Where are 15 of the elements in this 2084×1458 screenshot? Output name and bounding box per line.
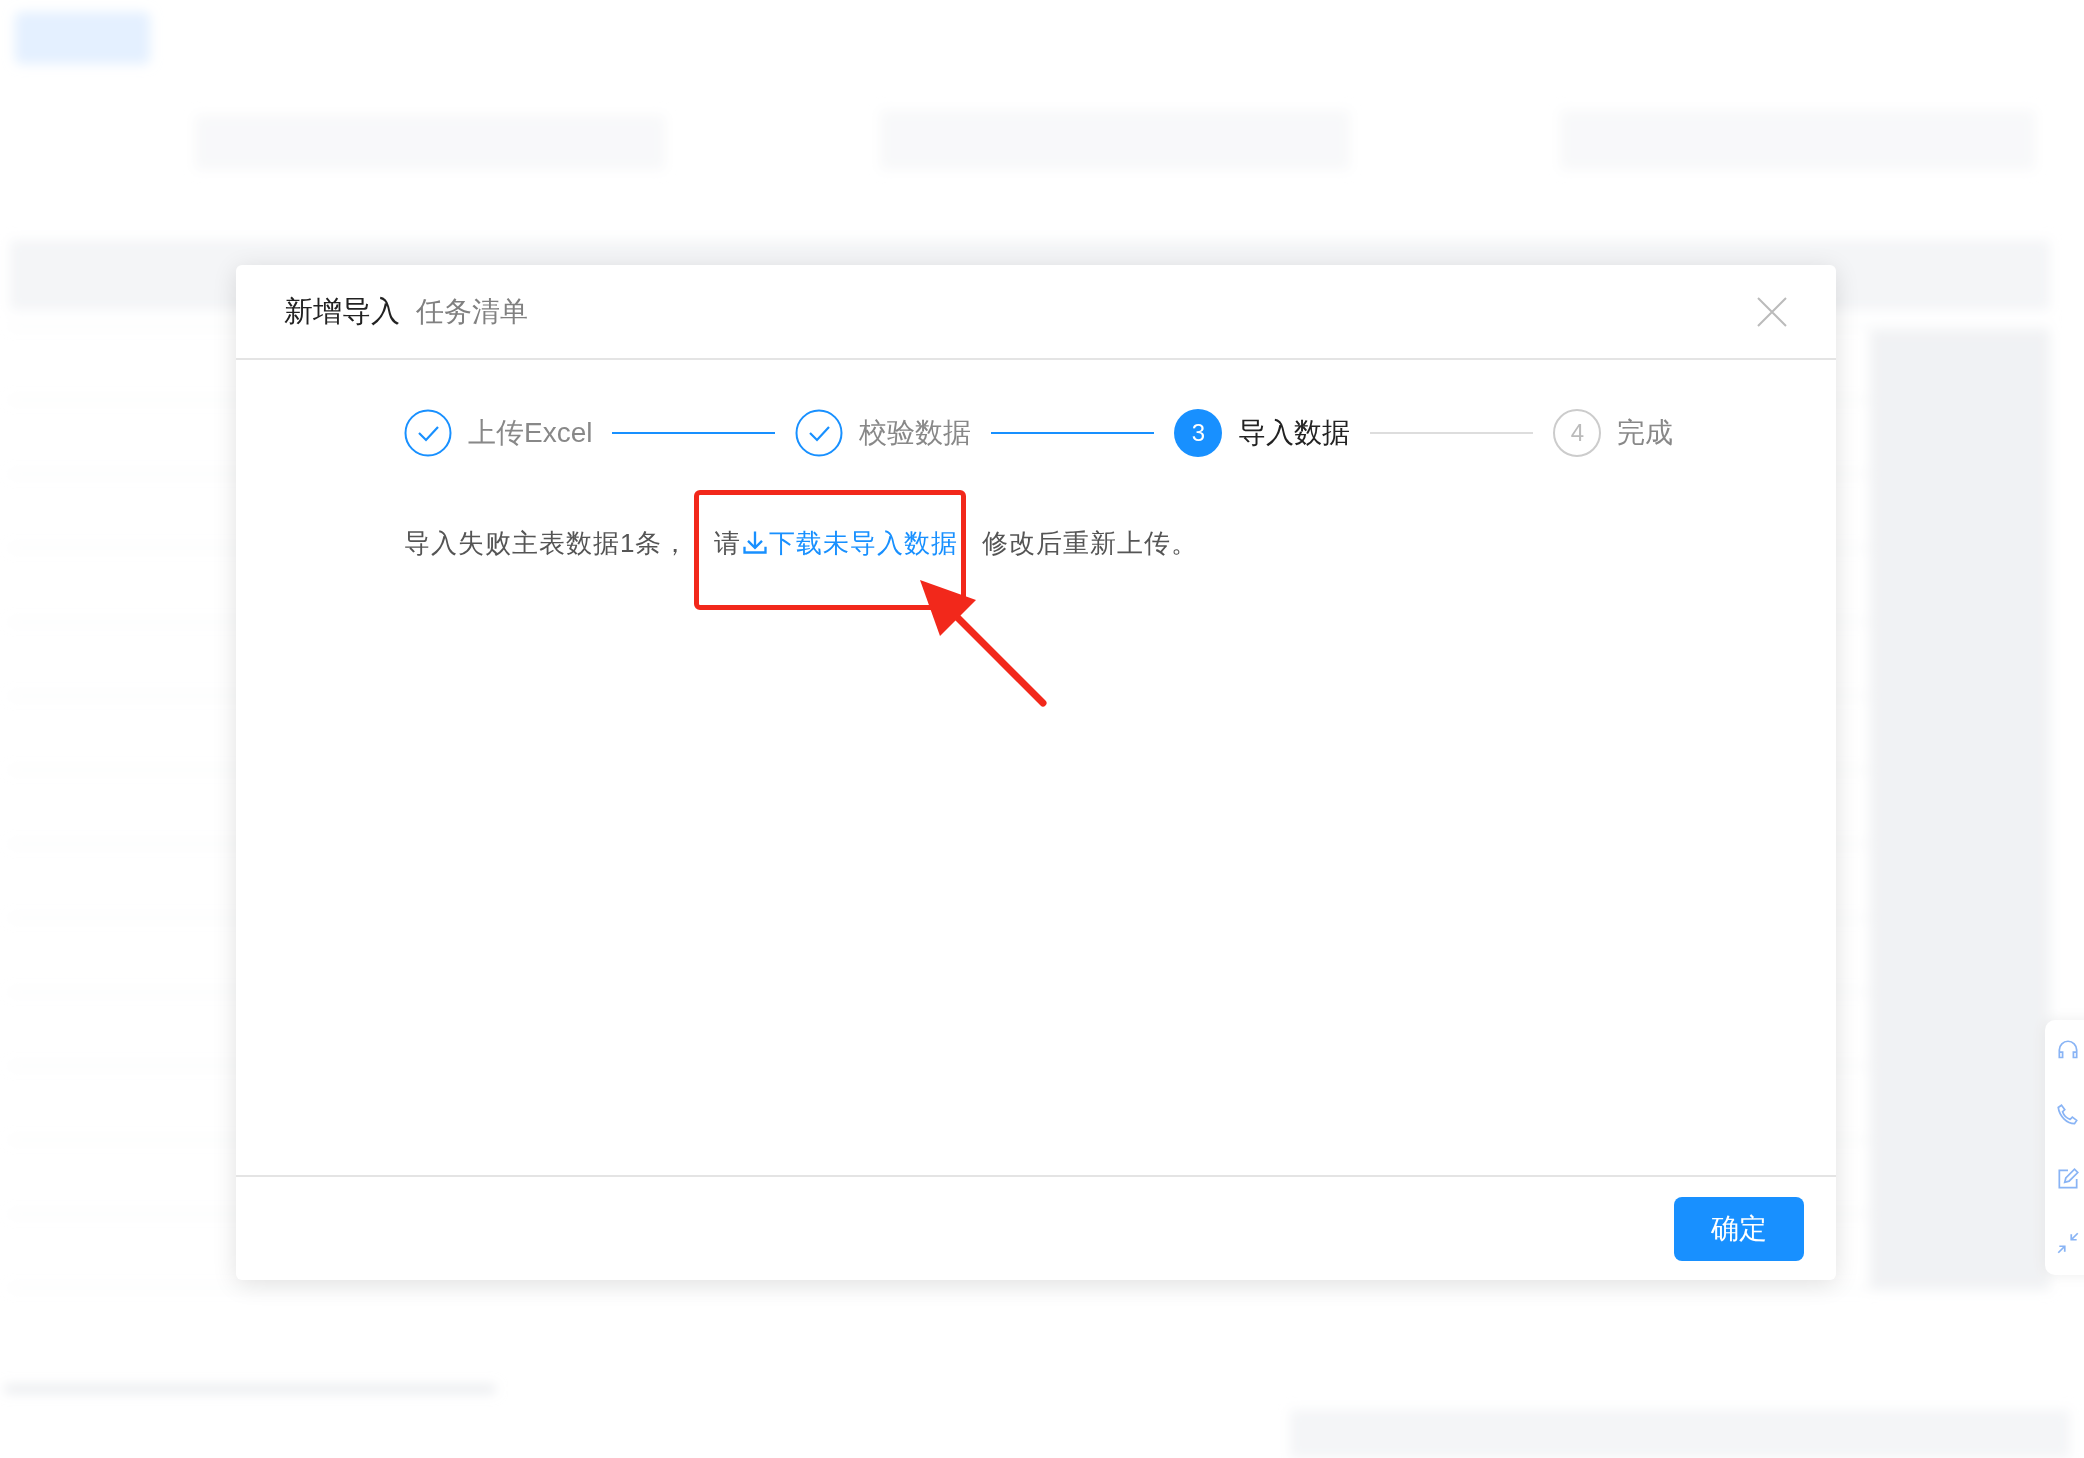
step-label: 上传Excel (468, 416, 593, 450)
import-result-message: 导入失败主表数据1条， 请 下载未导入数据 修改后重新上传。 (404, 527, 1199, 560)
step-label: 校验数据 (859, 416, 972, 450)
confirm-button[interactable]: 确定 (1674, 1196, 1804, 1261)
step-label: 导入数据 (1238, 416, 1351, 450)
close-icon[interactable] (1756, 295, 1788, 328)
dialog-title: 新增导入 (284, 293, 400, 329)
dialog-subtitle: 任务清单 (416, 294, 529, 329)
step-label: 完成 (1617, 416, 1674, 450)
step-number: 3 (1174, 409, 1223, 457)
collapse-icon[interactable] (2055, 1230, 2081, 1256)
edit-icon[interactable] (2055, 1166, 2081, 1192)
step-number: 4 (1553, 409, 1602, 457)
download-link[interactable]: 下载未导入数据 (740, 528, 982, 558)
phone-icon[interactable] (2055, 1102, 2081, 1128)
